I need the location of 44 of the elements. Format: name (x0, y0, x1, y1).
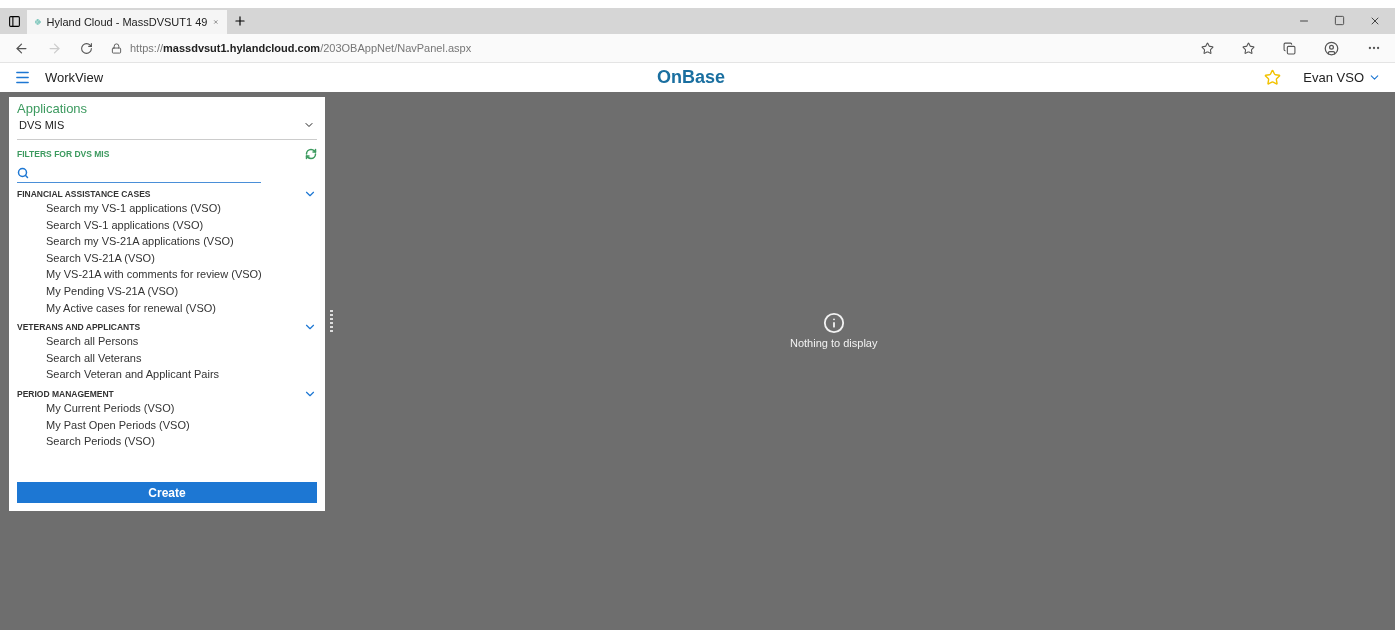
collections-icon[interactable] (1283, 41, 1296, 55)
filter-item[interactable]: My Current Periods (VSO) (17, 399, 317, 417)
logo: OnBase (657, 67, 726, 88)
empty-message: Nothing to display (790, 337, 878, 349)
favorites-icon[interactable] (1242, 41, 1255, 55)
maximize-icon[interactable] (1334, 15, 1345, 26)
new-tab-icon[interactable] (233, 14, 247, 28)
tab-title: Hyland Cloud - MassDVSUT1 49 (46, 16, 208, 28)
site-icon (35, 16, 41, 28)
filter-item[interactable]: My Past Open Periods (VSO) (17, 416, 317, 434)
application-select[interactable]: DVS MIS (17, 116, 317, 140)
group-title: FINANCIAL ASSISTANCE CASES (17, 189, 151, 199)
filter-item[interactable]: Search Periods (VSO) (17, 433, 317, 450)
address-field[interactable]: https://massdvsut1.hylandcloud.com/203OBAppNet/NavPanel.aspx (130, 42, 472, 54)
module-title: WorkView (45, 70, 104, 85)
filter-item[interactable]: Search VS-1 applications (VSO) (17, 216, 317, 234)
close-icon[interactable] (1369, 15, 1381, 27)
filter-item[interactable]: Search all Veterans (17, 349, 317, 367)
filter-item[interactable]: Search VS-21A (VSO) (17, 249, 317, 267)
add-favorite-icon[interactable] (1201, 41, 1214, 55)
filter-item[interactable]: Search my VS-21A applications (VSO) (17, 233, 317, 250)
info-icon (822, 312, 845, 334)
filters-title: FILTERS FOR DVS MIS (17, 149, 110, 159)
group-title: PERIOD MANAGEMENT (17, 388, 114, 399)
tab-actions-icon[interactable] (8, 14, 21, 28)
profile-icon[interactable] (1324, 40, 1339, 56)
filter-item[interactable]: Search my VS-1 applications (VSO) (17, 200, 317, 217)
filter-item[interactable]: My Active cases for renewal (VSO) (17, 299, 317, 317)
applications-label: Applications (17, 101, 89, 116)
create-button[interactable]: Create (17, 482, 317, 503)
search-icon (17, 167, 29, 179)
filter-item[interactable]: My VS-21A with comments for review (VSO) (17, 266, 317, 283)
lock-icon (111, 42, 122, 54)
resize-handle[interactable] (330, 310, 333, 334)
filter-item[interactable]: Search Veteran and Applicant Pairs (17, 366, 317, 383)
user-menu[interactable]: Evan VSO (1303, 70, 1381, 85)
browser-tab[interactable]: Hyland Cloud - MassDVSUT1 49 (27, 10, 227, 34)
group-title: VETERANS AND APPLICANTS (17, 322, 141, 333)
refresh-icon[interactable] (80, 41, 93, 55)
back-icon[interactable] (14, 40, 29, 56)
menu-icon[interactable] (14, 69, 31, 86)
filter-item[interactable]: Search all Persons (17, 333, 317, 350)
filter-item[interactable]: My Pending VS-21A (VSO) (17, 282, 317, 300)
refresh-icon[interactable] (305, 148, 317, 160)
